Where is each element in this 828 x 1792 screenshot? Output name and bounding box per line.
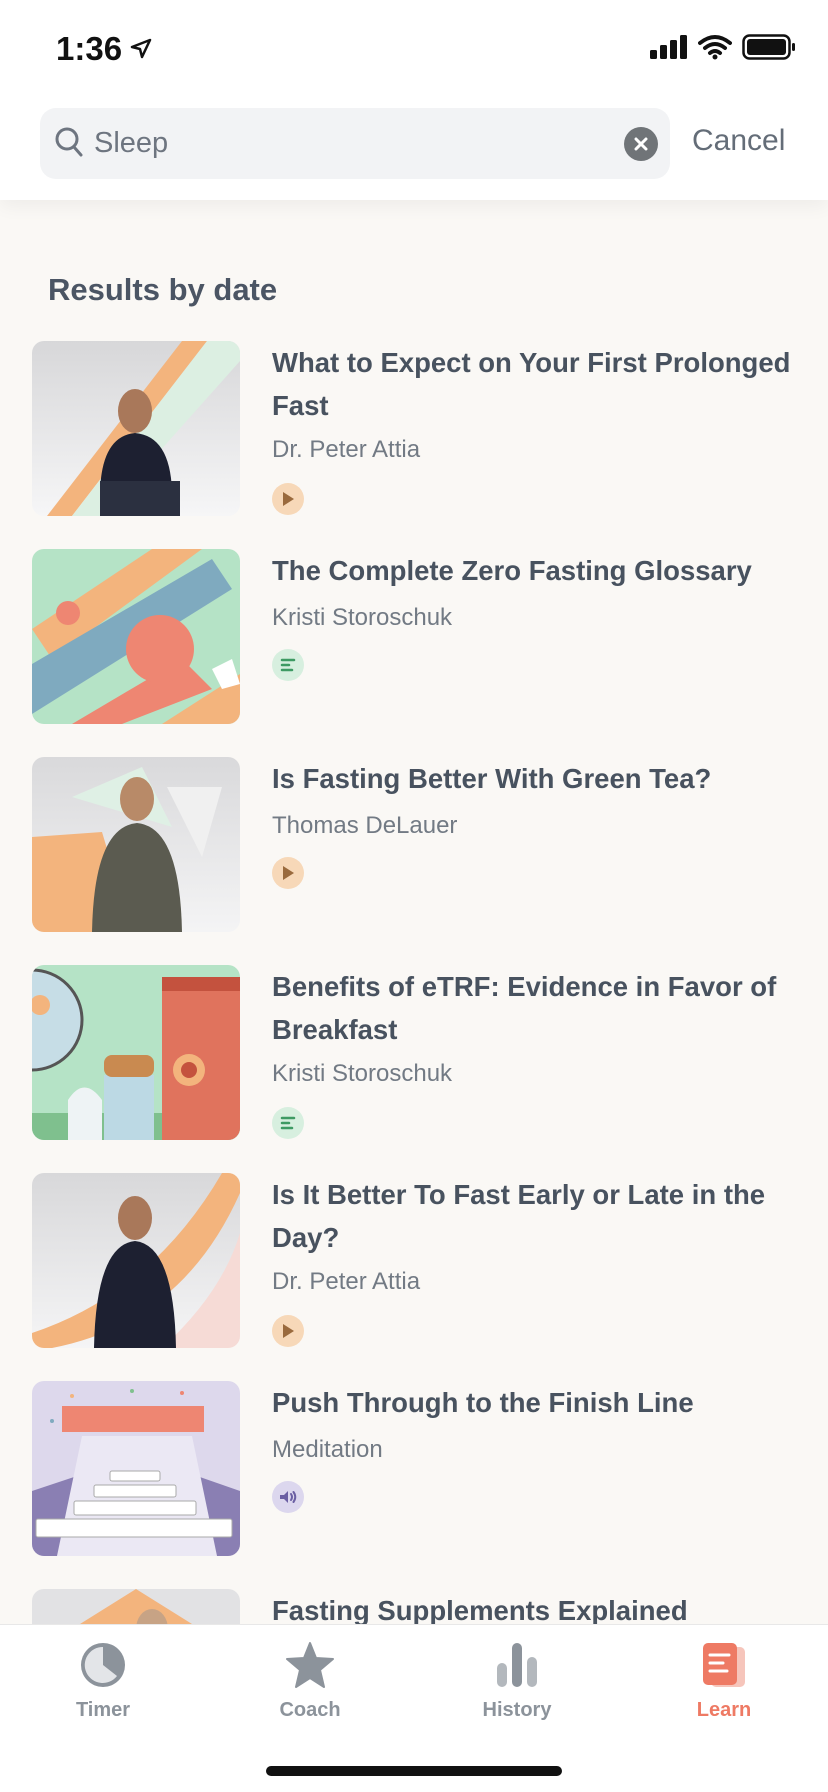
close-icon [634,137,648,151]
video-badge [272,857,304,889]
list-item[interactable]: What to Expect on Your First Prolonged F… [0,341,828,549]
item-author: Kristi Storoschuk [272,604,453,631]
item-title[interactable]: What to Expect on Your First Prolonged F… [272,341,792,427]
tab-label: Timer [75,1699,131,1721]
audio-badge [272,1481,304,1513]
tab-label: Learn [696,1699,752,1721]
clear-search-button[interactable] [624,127,658,161]
status-time: 1:36 [56,30,152,68]
list-item[interactable]: Is It Better To Fast Early or Late in th… [0,1173,828,1381]
thumbnail-image [32,341,240,516]
top-bar: 1:36 Sleep Cancel [0,0,828,200]
play-icon [283,1324,294,1338]
list-item[interactable]: Push Through to the Finish Line Meditati… [0,1381,828,1589]
tab-history[interactable]: History [447,1641,587,1741]
thumbnail-image [32,549,240,724]
book-icon [703,1643,745,1687]
item-author: Thomas DeLauer [272,812,458,839]
section-title: Results by date [48,272,278,307]
results-list: What to Expect on Your First Prolonged F… [0,341,828,1792]
list-item[interactable]: The Complete Zero Fasting Glossary Krist… [0,549,828,757]
text-lines-icon [280,658,296,672]
item-title[interactable]: Is It Better To Fast Early or Late in th… [272,1173,792,1259]
location-arrow-icon [130,38,152,59]
tab-label: Coach [279,1699,341,1721]
item-title[interactable]: The Complete Zero Fasting Glossary [272,549,792,592]
cellular-signal-icon [650,35,687,59]
article-badge [272,649,304,681]
bar-chart-icon [497,1643,537,1687]
article-badge [272,1107,304,1139]
star-icon [286,1642,334,1688]
search-field[interactable]: Sleep [40,108,670,179]
cancel-button[interactable]: Cancel [692,124,785,158]
tab-coach[interactable]: Coach [240,1641,380,1741]
text-lines-icon [280,1116,296,1130]
item-author: Meditation [272,1436,383,1463]
speaker-icon [280,1491,297,1503]
video-badge [272,1315,304,1347]
timer-icon [81,1643,125,1687]
play-icon [283,866,294,880]
wifi-icon [698,35,732,60]
play-icon [283,492,294,506]
list-item[interactable]: Benefits of eTRF: Evidence in Favor of B… [0,965,828,1173]
battery-icon [742,34,795,60]
item-title[interactable]: Push Through to the Finish Line [272,1381,792,1424]
item-title[interactable]: Benefits of eTRF: Evidence in Favor of B… [272,965,792,1051]
status-time-label: 1:36 [56,30,123,67]
status-icons [650,34,796,60]
item-title[interactable]: Is Fasting Better With Green Tea? [272,757,792,800]
thumbnail-image [32,965,240,1140]
search-input-value[interactable]: Sleep [94,127,168,160]
tab-timer[interactable]: Timer [33,1641,173,1741]
thumbnail-image [32,1173,240,1348]
tab-label: History [482,1699,552,1721]
item-author: Dr. Peter Attia [272,436,421,463]
thumbnail-image [32,757,240,932]
item-author: Kristi Storoschuk [272,1060,453,1087]
item-author: Dr. Peter Attia [272,1268,421,1295]
home-indicator [266,1766,562,1776]
list-item[interactable]: Is Fasting Better With Green Tea? Thomas… [0,757,828,965]
video-badge [272,483,304,515]
tab-learn[interactable]: Learn [654,1641,794,1741]
search-icon [55,127,83,157]
thumbnail-image [32,1381,240,1556]
